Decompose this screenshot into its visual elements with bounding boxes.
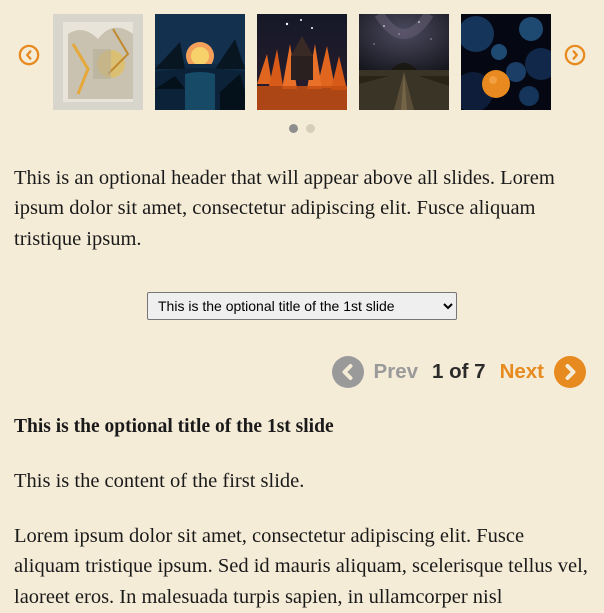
- thumbnail-2[interactable]: [155, 14, 245, 110]
- prev-button: Prev: [332, 356, 418, 388]
- header-text: This is an optional header that will app…: [0, 133, 604, 254]
- next-label: Next: [500, 360, 544, 384]
- thumbnail-5[interactable]: [461, 14, 551, 110]
- next-button[interactable]: Next: [500, 356, 586, 388]
- arrow-right-icon: [564, 44, 586, 66]
- thumbnail-4[interactable]: [359, 14, 449, 110]
- next-icon: [554, 356, 586, 388]
- slide-paragraph-1: This is the content of the first slide.: [14, 466, 590, 497]
- slide-pager: Prev 1 of 7 Next: [0, 320, 604, 388]
- dot-2[interactable]: [306, 124, 315, 133]
- slide-title: This is the optional title of the 1st sl…: [0, 388, 604, 438]
- slide-content: This is the content of the first slide. …: [0, 438, 604, 613]
- thumbnail-carousel: [0, 0, 604, 110]
- page-count: 1 of 7: [432, 360, 486, 384]
- prev-icon: [332, 356, 364, 388]
- prev-label: Prev: [374, 360, 418, 384]
- carousel-next-button[interactable]: [564, 44, 586, 66]
- dot-1[interactable]: [289, 124, 298, 133]
- thumbnail-3[interactable]: [257, 14, 347, 110]
- carousel-prev-button[interactable]: [18, 44, 40, 66]
- thumbnail-1[interactable]: [53, 14, 143, 110]
- slide-select[interactable]: This is the optional title of the 1st sl…: [147, 292, 457, 320]
- slide-paragraph-2: Lorem ipsum dolor sit amet, consectetur …: [14, 521, 590, 613]
- carousel-dots: [0, 124, 604, 133]
- arrow-left-icon: [18, 44, 40, 66]
